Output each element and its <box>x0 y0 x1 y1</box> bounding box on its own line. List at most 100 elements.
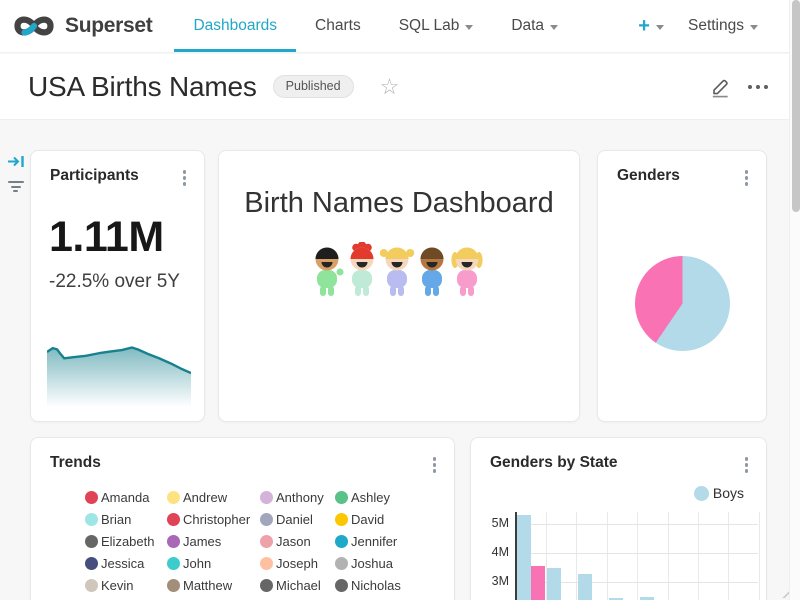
superset-infinity-icon <box>12 11 56 41</box>
filter-funnel-icon[interactable] <box>7 181 24 192</box>
chart-title: Genders <box>617 167 680 185</box>
legend-item[interactable]: Michael <box>260 578 335 593</box>
legend-item[interactable]: Andrew <box>167 490 260 505</box>
legend-item[interactable]: Elizabeth <box>85 534 167 549</box>
legend-dot-icon <box>85 491 98 504</box>
legend-item[interactable]: Amanda <box>85 490 167 505</box>
legend-item[interactable]: Ashley <box>335 490 454 505</box>
legend-item[interactable]: Jennifer <box>335 534 454 549</box>
nav-links: Dashboards Charts SQL Lab Data <box>174 0 577 52</box>
legend-dot-icon <box>335 579 348 592</box>
legend-dot-icon <box>85 579 98 592</box>
legend-item[interactable]: Jessica <box>85 556 167 571</box>
legend-dot-icon <box>260 557 273 570</box>
trendline-chart <box>47 343 191 407</box>
nav-item-charts[interactable]: Charts <box>296 0 380 52</box>
caret-down-icon <box>656 25 664 30</box>
page-title: USA Births Names <box>28 71 257 103</box>
kebab-menu-icon[interactable] <box>741 454 753 476</box>
legend-item[interactable]: Kevin <box>85 578 167 593</box>
vertical-scrollbar[interactable] <box>789 0 800 600</box>
gridline <box>515 524 758 525</box>
gridline <box>668 512 669 600</box>
kebab-menu-icon[interactable] <box>429 454 441 476</box>
legend-dot-icon <box>335 557 348 570</box>
published-badge[interactable]: Published <box>273 75 354 98</box>
scrollbar-thumb[interactable] <box>792 0 800 212</box>
brand-name: Superset <box>65 14 152 38</box>
legend-item[interactable]: James <box>167 534 260 549</box>
nav-item-dashboards[interactable]: Dashboards <box>174 0 296 52</box>
legend-dot-icon <box>85 557 98 570</box>
legend-dot-icon <box>85 535 98 548</box>
gridline <box>637 512 638 600</box>
bar-boys <box>578 574 592 600</box>
caret-down-icon <box>465 25 473 30</box>
legend-item[interactable]: Joseph <box>260 556 335 571</box>
chart-title: Trends <box>50 454 101 472</box>
nav-item-sql-lab[interactable]: SQL Lab <box>380 0 493 52</box>
favorite-star-icon[interactable]: ☆ <box>380 76 400 98</box>
legend-dot-icon <box>167 579 180 592</box>
edit-pencil-icon[interactable] <box>709 75 732 99</box>
legend-dot-icon <box>85 513 98 526</box>
legend-item[interactable]: Daniel <box>260 512 335 527</box>
y-axis-tick-label: 5M <box>477 516 509 530</box>
genders-pie <box>635 256 730 351</box>
legend-dot-icon <box>167 513 180 526</box>
big-number-subheader: -22.5% over 5Y <box>49 271 180 293</box>
kebab-menu-icon[interactable] <box>179 167 191 189</box>
legend-dot-icon <box>260 491 273 504</box>
legend-item[interactable]: John <box>167 556 260 571</box>
settings-menu-button[interactable]: Settings <box>682 17 764 35</box>
gridline <box>728 512 729 600</box>
legend-dot-icon <box>167 535 180 548</box>
superset-logo[interactable]: Superset <box>0 0 160 52</box>
top-navbar: Superset Dashboards Charts SQL Lab Data … <box>0 0 800 53</box>
kebab-menu-icon[interactable] <box>741 167 753 189</box>
expand-filters-icon[interactable] <box>7 154 25 169</box>
kids-illustration <box>310 242 488 298</box>
more-actions-icon[interactable] <box>748 85 768 89</box>
legend-dot-icon <box>260 535 273 548</box>
nav-item-data[interactable]: Data <box>492 0 577 52</box>
legend-item[interactable]: Joshua <box>335 556 454 571</box>
bar-boys <box>547 568 561 600</box>
bar-boys <box>517 515 531 600</box>
filter-panel-strip <box>0 120 29 600</box>
legend-item[interactable]: Nicholas <box>335 578 454 593</box>
gridline <box>515 553 758 554</box>
new-menu-button[interactable]: + <box>628 16 674 36</box>
chart-title: Participants <box>50 167 139 185</box>
gridline <box>698 512 699 600</box>
legend-item[interactable]: Jason <box>260 534 335 549</box>
legend-item[interactable]: Anthony <box>260 490 335 505</box>
markdown-card: Birth Names Dashboard <box>218 150 580 422</box>
legend-item[interactable]: David <box>335 512 454 527</box>
legend-item-boys[interactable]: Boys <box>694 485 744 501</box>
legend-dot-icon <box>335 535 348 548</box>
bar-girls <box>531 566 545 600</box>
genders-by-state-card: Genders by State Boys 5M 4M 3M <box>470 437 767 600</box>
chart-title: Genders by State <box>490 454 618 472</box>
title-actions <box>709 75 776 99</box>
y-axis-tick-label: 3M <box>477 574 509 588</box>
genders-card: Genders <box>597 150 767 422</box>
plus-icon: + <box>638 16 650 36</box>
markdown-heading: Birth Names Dashboard <box>219 187 579 220</box>
legend-dot-icon <box>335 491 348 504</box>
legend-item[interactable]: Brian <box>85 512 167 527</box>
y-axis-tick-label: 4M <box>477 545 509 559</box>
gridline <box>759 512 760 600</box>
caret-down-icon <box>550 25 558 30</box>
legend-dot-icon <box>167 491 180 504</box>
superset-dashboard-page: Superset Dashboards Charts SQL Lab Data … <box>0 0 800 600</box>
trends-legend: AmandaAndrewAnthonyAshley BrianChristophe… <box>85 490 454 600</box>
gridline <box>607 512 608 600</box>
legend-dot-icon <box>260 513 273 526</box>
participants-card: Participants 1.11M -22.5% over 5Y <box>30 150 205 422</box>
legend-item[interactable]: Matthew <box>167 578 260 593</box>
legend-dot-icon <box>260 579 273 592</box>
nav-right: + Settings <box>628 0 800 52</box>
legend-item[interactable]: Christopher <box>167 512 260 527</box>
